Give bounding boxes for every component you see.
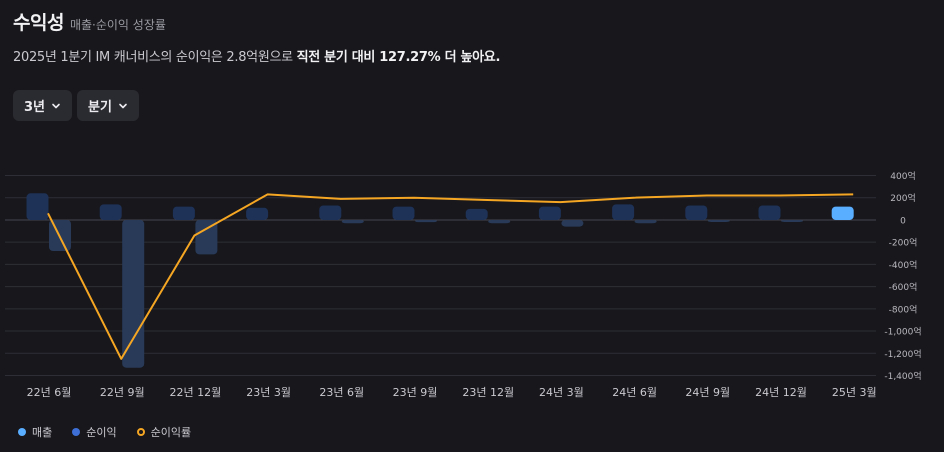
filter-bar: 3년 분기 bbox=[13, 90, 139, 121]
x-tick-label: 24년 9월 bbox=[685, 386, 730, 399]
page-title: 수익성 bbox=[13, 12, 64, 34]
net-income-bar bbox=[122, 219, 145, 368]
summary-text: 2025년 1분기 IM 캐너비스의 순이익은 2.8억원으로 직전 분기 대비… bbox=[13, 46, 500, 65]
net-income-bar bbox=[561, 219, 584, 227]
x-tick-label: 25년 3월 bbox=[832, 386, 877, 399]
revenue-bar bbox=[538, 206, 561, 220]
period-dropdown[interactable]: 3년 bbox=[13, 90, 73, 121]
revenue-bar bbox=[246, 207, 269, 220]
legend-revenue-swatch bbox=[18, 428, 26, 436]
chevron-down-icon bbox=[52, 103, 60, 108]
summary-prefix: 2025년 1분기 IM 캐너비스의 순이익은 2.8억원으로 bbox=[13, 50, 297, 65]
x-tick-label: 24년 3월 bbox=[539, 386, 584, 399]
legend-revenue[interactable]: 매출 bbox=[18, 424, 52, 440]
x-tick-label: 24년 6월 bbox=[612, 386, 657, 399]
chart-legend: 매출 순이익 순이익률 bbox=[18, 424, 191, 440]
y-tick-label: -1,400억 bbox=[884, 370, 921, 382]
period-label: 3년 bbox=[24, 100, 46, 115]
net-income-bar bbox=[341, 219, 364, 224]
revenue-bar bbox=[172, 206, 195, 220]
legend-net-income[interactable]: 순이익 bbox=[72, 424, 117, 440]
y-tick-label: -1,000억 bbox=[884, 326, 921, 338]
revenue-bar bbox=[465, 208, 488, 220]
legend-margin-label: 순이익률 bbox=[150, 426, 192, 439]
revenue-bar bbox=[758, 205, 781, 220]
x-tick-label: 24년 12월 bbox=[755, 386, 807, 399]
interval-label: 분기 bbox=[88, 100, 112, 115]
y-tick-label: -200억 bbox=[889, 237, 918, 249]
y-tick-label: -400억 bbox=[889, 259, 918, 271]
revenue-bar bbox=[319, 205, 342, 220]
revenue-bar bbox=[392, 206, 415, 220]
profitability-chart: 400억 200억 0 -200억 -400억 -600억 -800억 -1,000억 -1,2… bbox=[5, 170, 922, 399]
chart-header: 수익성 매출·순이익 성장률 bbox=[13, 8, 166, 35]
revenue-bar bbox=[612, 204, 635, 220]
x-tick-label: 22년 6월 bbox=[27, 386, 72, 399]
summary-highlight: 직전 분기 대비 127.27% 더 높아요. bbox=[296, 50, 501, 65]
revenue-bar bbox=[99, 204, 122, 220]
legend-margin-swatch bbox=[136, 428, 145, 436]
y-tick-label: -600억 bbox=[889, 281, 918, 293]
x-tick-label: 23년 12월 bbox=[462, 386, 514, 399]
x-tick-label: 23년 6월 bbox=[319, 386, 364, 399]
net-income-bar bbox=[707, 219, 730, 222]
net-income-bar bbox=[634, 219, 657, 224]
net-income-bar bbox=[781, 219, 803, 222]
x-tick-label: 23년 3월 bbox=[246, 386, 291, 399]
y-tick-label: 200억 bbox=[890, 192, 915, 204]
y-tick-label: 0 bbox=[900, 216, 906, 226]
net-margin-line bbox=[47, 193, 854, 360]
legend-margin[interactable]: 순이익률 bbox=[136, 424, 192, 440]
y-tick-label: 400억 bbox=[890, 170, 915, 182]
revenue-bar bbox=[685, 205, 708, 220]
interval-dropdown[interactable]: 분기 bbox=[77, 90, 139, 121]
page-subtitle: 매출·순이익 성장률 bbox=[69, 18, 166, 32]
y-tick-label: -1,200억 bbox=[884, 348, 921, 360]
net-income-bar bbox=[488, 219, 511, 224]
x-tick-label: 22년 9월 bbox=[100, 386, 145, 399]
revenue-bar bbox=[26, 193, 49, 220]
legend-net-income-swatch bbox=[72, 428, 81, 436]
legend-revenue-label: 매출 bbox=[32, 426, 53, 439]
chevron-down-icon bbox=[119, 103, 127, 108]
x-tick-label: 22년 12월 bbox=[170, 386, 222, 399]
net-income-bar bbox=[415, 219, 437, 223]
revenue-bar bbox=[831, 206, 854, 220]
y-tick-label: -800억 bbox=[889, 303, 918, 315]
legend-net-income-label: 순이익 bbox=[86, 426, 117, 439]
x-tick-label: 23년 9월 bbox=[393, 386, 438, 399]
